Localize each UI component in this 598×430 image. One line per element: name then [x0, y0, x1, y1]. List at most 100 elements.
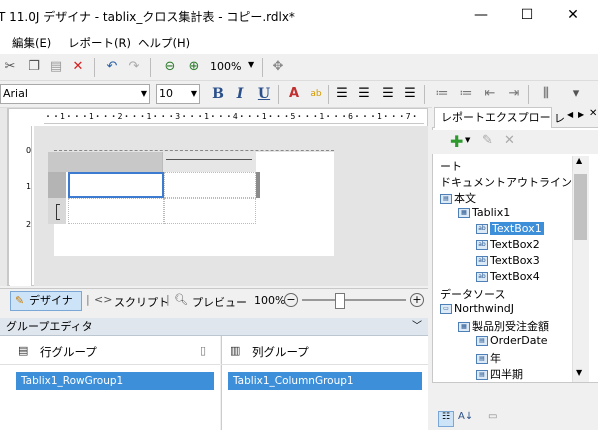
scroll-down-icon[interactable]: ▼: [576, 368, 582, 377]
column-group-item[interactable]: Tablix1_ColumnGroup1: [228, 372, 422, 390]
vruler-mark: 2: [26, 220, 32, 229]
align-left-icon[interactable]: ☰: [332, 84, 352, 104]
zoom-slider-track[interactable]: [302, 299, 406, 301]
textbox3-cell[interactable]: [68, 198, 164, 224]
tree-node[interactable]: ▦ 製品別受注金額: [458, 318, 549, 334]
tree-node-label: ドキュメントアウトライン: [440, 176, 572, 189]
font-color-icon[interactable]: A: [284, 84, 304, 104]
tab-scroll-left-icon[interactable]: ◀: [567, 110, 573, 119]
chevron-down-icon[interactable]: ▼: [465, 136, 470, 144]
copy-icon[interactable]: ❐: [24, 57, 44, 77]
script-tab[interactable]: スクリプト: [114, 294, 169, 310]
preview-tab[interactable]: プレビュー: [192, 294, 247, 310]
add-icon[interactable]: ✚: [450, 132, 463, 151]
underline-button[interactable]: U: [254, 84, 274, 104]
numbered-list-icon[interactable]: ≔: [456, 84, 476, 104]
close-button[interactable]: ✕: [550, 0, 596, 30]
zoom-in-button[interactable]: +: [410, 293, 424, 307]
delete-icon[interactable]: ✕: [68, 57, 88, 77]
tree-node[interactable]: ab TextBox3: [476, 254, 540, 267]
tree-node[interactable]: ab TextBox4: [476, 270, 540, 283]
zoom-out-icon[interactable]: ⊖: [160, 57, 180, 77]
tree-node[interactable]: ab TextBox1: [476, 222, 544, 235]
tree-node[interactable]: ▦ Tablix1: [458, 206, 510, 219]
tree-node[interactable]: ート: [440, 158, 462, 174]
maximize-button[interactable]: ☐: [504, 0, 550, 30]
tree-node[interactable]: ▤ 年: [476, 350, 501, 366]
bullet-list-icon[interactable]: ≔: [432, 84, 452, 104]
menu-report[interactable]: レポート(R): [68, 35, 131, 51]
italic-button[interactable]: I: [230, 84, 250, 104]
vruler-mark: 0: [26, 146, 32, 155]
close-panel-icon[interactable]: ✕: [589, 108, 597, 119]
font-name-combo[interactable]: Arial ▼: [0, 84, 150, 104]
outdent-icon[interactable]: ⇤: [480, 84, 500, 104]
tablix-corner-handle[interactable]: [48, 152, 66, 172]
horizontal-ruler: ・・1・・・1・・・2・・・1・・・3・・・1・・・4・・・1・・・5・・・1・…: [44, 110, 424, 124]
tab-scroll-right-icon[interactable]: ▶: [578, 110, 584, 119]
document-icon: ▤: [440, 194, 452, 204]
tree-node[interactable]: ▤ 四半期: [476, 366, 523, 382]
table-icon: ▦: [458, 208, 470, 218]
group-options-icon[interactable]: ▯: [200, 344, 206, 357]
delete-icon[interactable]: ✕: [504, 133, 515, 148]
tablix1[interactable]: [48, 152, 260, 228]
menu-help[interactable]: ヘルプ(H): [138, 35, 190, 51]
textbox2-cell[interactable]: [164, 172, 256, 198]
row-group-item[interactable]: Tablix1_RowGroup1: [16, 372, 214, 390]
chevron-down-icon[interactable]: ▼: [248, 60, 254, 69]
tree-node-label: TextBox2: [490, 238, 540, 251]
tab-report-explorer[interactable]: レポートエクスプローラ: [434, 107, 552, 144]
edit-icon[interactable]: ✎: [482, 133, 493, 148]
zoom-out-button[interactable]: −: [284, 293, 298, 307]
paste-icon[interactable]: ▤: [46, 57, 66, 77]
justify-icon[interactable]: ☰: [400, 84, 420, 104]
tab-second[interactable]: レ: [554, 110, 565, 126]
tablix-resize-handle[interactable]: [256, 172, 260, 198]
undo-icon[interactable]: ↶: [102, 57, 122, 77]
format-toolbar: Arial ▼ 10 ▼ B I U A ab ☰ ☰ ☰ ☰ ≔ ≔ ⇤ ⇥ …: [0, 81, 598, 108]
textbox1-cell[interactable]: [68, 172, 164, 198]
tree-node[interactable]: ドキュメントアウトライン: [440, 174, 572, 190]
cut-icon[interactable]: ✂: [0, 57, 20, 77]
row-groups-title: 行グループ: [40, 345, 97, 359]
zoom-in-icon[interactable]: ⊕: [184, 57, 204, 77]
sort-alpha-icon[interactable]: A↓: [458, 411, 473, 422]
redo-icon[interactable]: ↷: [124, 57, 144, 77]
scroll-thumb[interactable]: [574, 174, 587, 240]
highlight-icon[interactable]: ab: [306, 84, 326, 104]
tree-node[interactable]: ▭ NorthwindJ: [440, 302, 514, 315]
column-layout-icon[interactable]: ⫼: [536, 84, 556, 104]
more-icon[interactable]: ▾: [566, 84, 586, 104]
font-size-combo[interactable]: 10 ▼: [156, 84, 200, 104]
tree-node[interactable]: ▤ OrderDate: [476, 334, 548, 347]
tree-node[interactable]: ab TextBox2: [476, 238, 540, 251]
designer-tab[interactable]: ✎ デザイナ: [10, 291, 82, 311]
tablix-row-handle[interactable]: [48, 172, 66, 198]
align-center-icon[interactable]: ☰: [354, 84, 374, 104]
title-bar: T 11.0J デザイナ - tablix_クロス集計表 - コピー.rdlx*…: [0, 0, 598, 30]
bold-button[interactable]: B: [208, 84, 228, 104]
zoom-percent: 100%: [254, 294, 286, 307]
textbox4-cell[interactable]: [164, 198, 256, 224]
tree-node[interactable]: データソース: [440, 286, 505, 302]
tablix-column-handle[interactable]: [162, 152, 256, 172]
align-right-icon[interactable]: ☰: [378, 84, 398, 104]
zoom-combo[interactable]: 100%: [210, 60, 241, 73]
categorized-icon[interactable]: ☷: [438, 411, 454, 427]
zoom-slider-thumb[interactable]: [334, 293, 345, 309]
tree-node[interactable]: ▤ 本文: [440, 190, 476, 206]
move-icon[interactable]: ✥: [268, 57, 288, 77]
chevron-down-icon[interactable]: ﹀: [412, 318, 422, 335]
menu-edit[interactable]: 編集(E): [12, 35, 51, 51]
datasource-icon: ▭: [440, 304, 452, 314]
column-groups-title: 列グループ: [252, 345, 309, 359]
divider: [221, 364, 428, 365]
indent-icon[interactable]: ⇥: [504, 84, 524, 104]
report-border: [54, 150, 334, 151]
tablix-column-handle[interactable]: [66, 152, 162, 172]
tree-node-label: TextBox1: [490, 222, 544, 235]
property-pages-icon[interactable]: ▭: [488, 411, 497, 422]
minimize-button[interactable]: —: [458, 0, 504, 30]
scroll-up-icon[interactable]: ▲: [576, 156, 582, 165]
